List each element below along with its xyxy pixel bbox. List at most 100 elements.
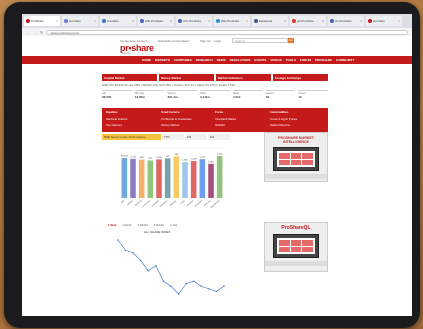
browser-tab[interactable]: proshare ×	[62, 16, 98, 26]
chart-tab-1m[interactable]: 1M	[207, 134, 231, 140]
bar[interactable]	[190, 161, 197, 198]
market-link[interactable]: Top Gainers	[106, 123, 161, 130]
bar-category-label: Lotus	[180, 199, 187, 205]
sub-block-capital-market[interactable]: Capital Market	[102, 74, 157, 81]
line-point[interactable]	[140, 259, 142, 262]
market-link[interactable]: Crude & Agric Prices	[270, 117, 325, 124]
tab-label: (27) Proshare	[183, 19, 202, 23]
browser-tab[interactable]: proshare ×	[366, 16, 402, 26]
line-point[interactable]	[124, 249, 127, 251]
browser-tab[interactable]: (39) Proshare ×	[138, 16, 174, 26]
browser-tab[interactable]: proshare ×	[100, 16, 136, 26]
market-link[interactable]: FG Bonds & Treasuries	[161, 117, 216, 124]
line-point[interactable]	[117, 239, 119, 241]
nav-item-tools[interactable]: TOOLS	[286, 58, 296, 62]
market-link[interactable]: Market Reports	[270, 123, 325, 130]
range-tab[interactable]: 6 Months	[154, 224, 164, 229]
bar[interactable]	[156, 159, 162, 198]
tab-close-icon[interactable]: ×	[132, 19, 134, 23]
market-link[interactable]: Equities	[106, 110, 161, 117]
market-link[interactable]: Forex	[215, 110, 270, 117]
range-tab[interactable]: 1 Year	[170, 224, 177, 229]
line-point[interactable]	[208, 288, 210, 290]
nav-item-research[interactable]: RESEARCH	[196, 58, 213, 62]
browser-tab[interactable]: (1) Proshare ×	[328, 16, 364, 26]
bar[interactable]	[199, 159, 206, 198]
sub-block-indicators[interactable]: Market Indicators	[216, 74, 271, 81]
line-point[interactable]	[215, 290, 218, 293]
chart-tab-ytd[interactable]: YTD	[161, 134, 184, 140]
nav-item-companies[interactable]: COMPANIES	[174, 58, 192, 62]
reload-icon[interactable]: ↻	[40, 30, 43, 35]
range-tab[interactable]: 1 Month	[123, 224, 132, 229]
bar[interactable]	[208, 163, 214, 198]
signup-link[interactable]: Sign Up	[200, 39, 211, 43]
bar[interactable]	[164, 158, 171, 198]
proshareql-ad[interactable]: ProShareQL	[264, 222, 328, 272]
range-tab[interactable]: 1 Week	[108, 224, 117, 229]
market-intelligence-ad[interactable]: PROSHARE MARKET INTELLIGENCE	[264, 132, 328, 182]
market-link[interactable]: Commodities	[270, 110, 325, 117]
line-point[interactable]	[200, 285, 202, 287]
bar[interactable]	[182, 162, 188, 198]
range-tab[interactable]: 3 Months	[138, 224, 148, 229]
tab-close-icon[interactable]: ×	[360, 19, 362, 23]
site-search-button[interactable]: Go	[288, 38, 294, 43]
market-link[interactable]: NAFEX	[215, 123, 270, 130]
market-link[interactable]: Interbank Rates	[215, 117, 270, 124]
nav-item-news[interactable]: NEWS	[217, 58, 226, 62]
chart-tab-1w[interactable]: 1W	[184, 134, 207, 140]
forward-icon[interactable]: →	[33, 30, 37, 35]
sub-block-forex[interactable]: Foreign Exchange	[273, 74, 328, 81]
market-link[interactable]: Money Market	[161, 123, 216, 130]
line-point[interactable]	[132, 252, 134, 254]
browser-tab[interactable]: (27) Proshare ×	[176, 16, 212, 26]
nav-item-markets[interactable]: MARKETS	[155, 58, 170, 62]
site-search-input[interactable]: Search	[232, 38, 288, 43]
tab-close-icon[interactable]: ×	[170, 19, 172, 23]
line-point[interactable]	[177, 293, 180, 295]
browser-tab[interactable]: ProShare ×	[24, 16, 60, 26]
market-link[interactable]: Fixed Income	[161, 110, 216, 117]
tab-close-icon[interactable]: ×	[208, 19, 210, 23]
line-point[interactable]	[170, 285, 172, 287]
nav-item-videos[interactable]: VIDEOS	[270, 58, 281, 62]
bar-data-label: 1,018	[191, 159, 197, 161]
bar[interactable]	[173, 156, 180, 198]
bar[interactable]	[121, 158, 128, 198]
tab-close-icon[interactable]: ×	[246, 19, 248, 23]
bar[interactable]	[138, 159, 145, 198]
url-field[interactable]: www.proshareng.com	[46, 29, 408, 35]
ad-laptop-image	[273, 234, 319, 258]
tab-close-icon[interactable]: ×	[94, 19, 96, 23]
line-point[interactable]	[147, 270, 149, 272]
nav-item-forum[interactable]: FORUM	[300, 58, 311, 62]
browser-tab[interactable]: (2) Proshare ×	[290, 16, 326, 26]
bar-data-label: 1,312	[208, 161, 214, 163]
line-point[interactable]	[185, 283, 187, 285]
nav-item-community[interactable]: COMMUNITY	[336, 58, 355, 62]
back-icon[interactable]: ←	[26, 30, 30, 35]
browser-tab[interactable]: Facebook ×	[252, 16, 288, 26]
tab-close-icon[interactable]: ×	[56, 19, 58, 23]
login-link[interactable]: Login	[214, 39, 221, 43]
sub-block-money-market[interactable]: Money Market	[159, 74, 214, 81]
nav-item-home[interactable]: HOME	[142, 58, 151, 62]
line-point[interactable]	[193, 280, 195, 282]
nav-item-events[interactable]: EVENTS	[254, 58, 266, 62]
tab-close-icon[interactable]: ×	[322, 19, 324, 23]
browser-tab[interactable]: (50) Proshare ×	[214, 16, 250, 26]
newsletter-link[interactable]: Subscribe to Newsletter	[158, 39, 190, 43]
bar[interactable]	[130, 158, 136, 198]
nav-item-regulators[interactable]: REGULATORS	[230, 58, 251, 62]
market-link[interactable]: Sectoral Indices	[106, 117, 161, 124]
tab-close-icon[interactable]: ×	[398, 19, 400, 23]
bar[interactable]	[216, 156, 223, 198]
line-point[interactable]	[223, 285, 225, 287]
tab-close-icon[interactable]: ×	[284, 19, 286, 23]
line-point[interactable]	[155, 265, 157, 267]
nav-item-proshare[interactable]: PROSHARE	[315, 58, 332, 62]
bar[interactable]	[147, 160, 154, 199]
line-point[interactable]	[162, 280, 165, 282]
market-stat-value: 321.4m	[167, 95, 178, 99]
